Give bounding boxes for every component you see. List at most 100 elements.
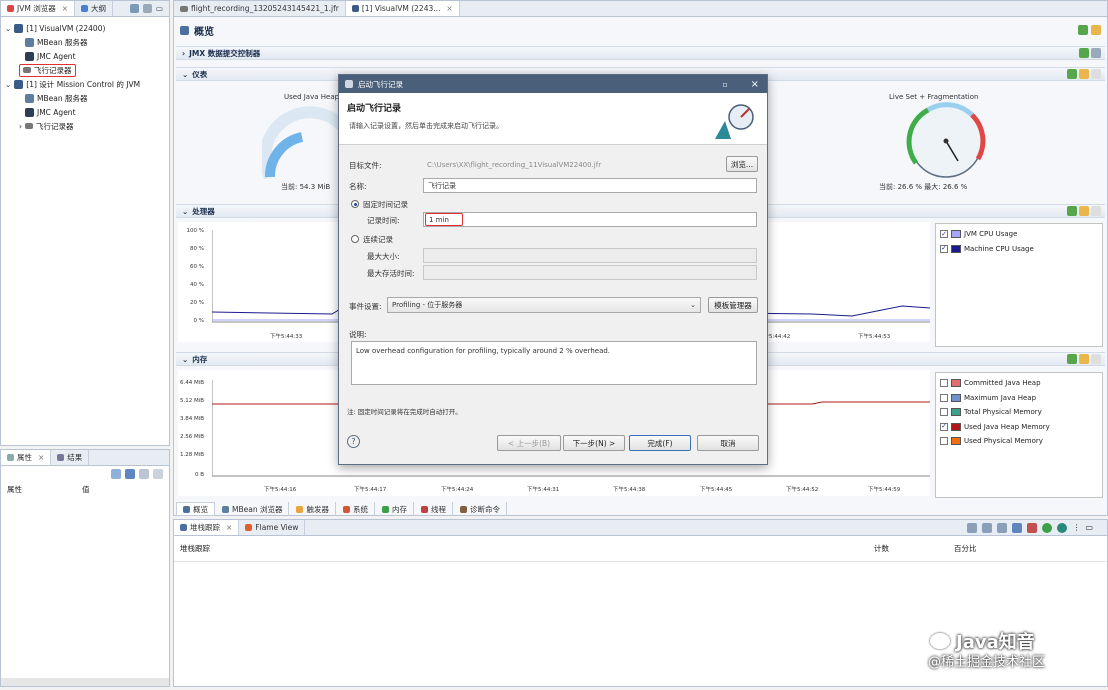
legend-checkbox[interactable]: ✓ bbox=[940, 422, 948, 431]
console-tab-mbean[interactable]: MBean 浏览器 bbox=[216, 502, 290, 516]
configure-icon[interactable] bbox=[1079, 206, 1089, 216]
pin-icon[interactable] bbox=[111, 469, 121, 479]
tree-item-jmc-agent-2[interactable]: JMC Agent bbox=[5, 105, 165, 119]
back-button[interactable]: < 上一步(B) bbox=[497, 435, 561, 451]
expand-icon[interactable]: › bbox=[19, 122, 22, 131]
configure-icon[interactable] bbox=[1079, 69, 1089, 79]
continuous-radio[interactable] bbox=[351, 235, 359, 243]
collapse-icon[interactable]: ⌄ bbox=[182, 70, 188, 79]
legend-item-committed-heap[interactable]: Committed Java Heap bbox=[940, 376, 1098, 391]
view-toolbar: ▭ bbox=[124, 1, 169, 16]
close-icon[interactable]: × bbox=[38, 453, 44, 462]
legend-checkbox[interactable]: ✓ bbox=[940, 244, 948, 253]
tab-results[interactable]: 结果 bbox=[51, 450, 90, 465]
legend-checkbox[interactable] bbox=[940, 408, 948, 417]
add-icon[interactable] bbox=[1067, 69, 1077, 79]
refresh-icon[interactable] bbox=[1091, 48, 1101, 58]
legend-checkbox[interactable] bbox=[940, 437, 948, 446]
collapse-icon[interactable]: ⌄ bbox=[5, 24, 11, 33]
add-icon[interactable] bbox=[1078, 25, 1088, 35]
threads-icon bbox=[420, 505, 428, 513]
console-tab-diagnostic[interactable]: 诊断命令 bbox=[454, 502, 507, 516]
console-tab-overview[interactable]: 概览 bbox=[176, 502, 215, 516]
legend-item-used-physical[interactable]: Used Physical Memory bbox=[940, 434, 1098, 449]
tree-item-mbean-server[interactable]: MBean 服务器 bbox=[5, 35, 165, 49]
recording-name-input[interactable]: 飞行记录 bbox=[423, 178, 757, 193]
collapse-icon[interactable]: ⌄ bbox=[182, 207, 188, 216]
tab-flame-view[interactable]: Flame View bbox=[239, 520, 306, 535]
gauge-title-liveset: Live Set + Fragmentation bbox=[889, 93, 979, 101]
legend-item-machine-cpu[interactable]: ✓ Machine CPU Usage bbox=[940, 242, 1098, 257]
legend-item-max-heap[interactable]: Maximum Java Heap bbox=[940, 391, 1098, 406]
cancel-button[interactable]: 取消 bbox=[697, 435, 759, 451]
description-textarea[interactable]: Low overhead configuration for profiling… bbox=[351, 341, 757, 385]
max-age-input[interactable] bbox=[423, 265, 757, 280]
categories-icon[interactable] bbox=[125, 469, 135, 479]
event-settings-select[interactable]: Profiling - 位于服务器 ⌄ bbox=[387, 297, 701, 313]
expand-icon[interactable]: › bbox=[182, 49, 185, 58]
legend-item-total-physical[interactable]: Total Physical Memory bbox=[940, 405, 1098, 420]
console-tab-system[interactable]: 系统 bbox=[337, 502, 375, 516]
maximize-icon[interactable]: ▫ bbox=[713, 80, 738, 89]
max-size-input[interactable] bbox=[423, 248, 757, 263]
new-connection-icon[interactable] bbox=[129, 4, 139, 13]
tab-visualvm-console[interactable]: [1] VisualVM (2243... × bbox=[345, 1, 460, 16]
remove-icon[interactable] bbox=[1091, 69, 1101, 79]
legend-item-jvm-cpu[interactable]: ✓ JVM CPU Usage bbox=[940, 227, 1098, 242]
filter-icon[interactable] bbox=[139, 469, 149, 479]
close-icon[interactable]: × bbox=[743, 79, 767, 90]
tree-item-flight-recorder[interactable]: 飞行记录器 bbox=[5, 63, 165, 77]
minimize-icon[interactable]: ▭ bbox=[156, 4, 163, 13]
layers-icon[interactable] bbox=[1042, 522, 1053, 533]
tree-item-mbean-server-2[interactable]: MBean 服务器 bbox=[5, 91, 165, 105]
legend-checkbox[interactable] bbox=[940, 379, 948, 388]
tree-item-flight-recorder-2[interactable]: › 飞行记录器 bbox=[5, 119, 165, 133]
remove-icon[interactable] bbox=[1091, 354, 1101, 364]
tab-jvm-browser[interactable]: JVM 浏览器 × bbox=[1, 1, 75, 16]
tab-outline[interactable]: 大纲 bbox=[75, 1, 113, 16]
layers-icon[interactable] bbox=[1057, 522, 1068, 533]
color-icon[interactable] bbox=[1027, 522, 1038, 533]
help-icon[interactable]: ? bbox=[347, 435, 360, 448]
tree-item-jmc-agent[interactable]: JMC Agent bbox=[5, 49, 165, 63]
dropdown-icon[interactable] bbox=[1091, 25, 1101, 35]
collapse-icon[interactable]: ⌄ bbox=[182, 355, 188, 364]
legend-checkbox[interactable]: ✓ bbox=[940, 230, 948, 239]
tab-stack-trace[interactable]: 堆栈跟踪 × bbox=[174, 520, 240, 535]
console-tab-threads[interactable]: 线程 bbox=[415, 502, 453, 516]
add-icon[interactable] bbox=[1067, 354, 1077, 364]
menu-icon[interactable]: ⋮ bbox=[1072, 523, 1080, 532]
duration-input[interactable]: 1 min bbox=[423, 212, 757, 227]
filter-icon[interactable] bbox=[142, 4, 152, 13]
next-button[interactable]: 下一步(N) > bbox=[563, 435, 625, 451]
expand-all-icon[interactable] bbox=[982, 522, 993, 533]
group-icon[interactable] bbox=[997, 522, 1008, 533]
close-icon[interactable]: × bbox=[226, 523, 232, 532]
tree-view-icon[interactable] bbox=[1012, 522, 1023, 533]
section-mbean[interactable]: › JMX 数据提交控制器 bbox=[176, 46, 1105, 60]
add-icon[interactable] bbox=[1079, 48, 1089, 58]
close-icon[interactable]: × bbox=[446, 4, 452, 13]
tab-properties[interactable]: 属性 × bbox=[1, 450, 52, 465]
template-manager-button[interactable]: 模板管理器 bbox=[708, 297, 758, 313]
collapse-icon[interactable]: ⌄ bbox=[5, 80, 11, 89]
console-tab-triggers[interactable]: 触发器 bbox=[290, 502, 336, 516]
fixed-time-radio[interactable] bbox=[351, 200, 359, 208]
tree-item-visualvm[interactable]: ⌄ [1] VisualVM (22400) bbox=[5, 21, 165, 35]
horizontal-scrollbar[interactable] bbox=[1, 678, 169, 686]
minimize-icon[interactable]: ▭ bbox=[1085, 523, 1093, 532]
close-icon[interactable]: × bbox=[62, 4, 68, 13]
legend-checkbox[interactable] bbox=[940, 393, 948, 402]
advanced-icon[interactable] bbox=[153, 469, 163, 479]
collapse-all-icon[interactable] bbox=[967, 522, 978, 533]
browse-button[interactable]: 浏览... bbox=[726, 156, 758, 172]
tab-flight-recording-file[interactable]: flight_recording_13205243145421_1.jfr bbox=[174, 1, 346, 16]
add-icon[interactable] bbox=[1067, 206, 1077, 216]
console-tab-memory[interactable]: 内存 bbox=[376, 502, 414, 516]
target-file-field: C:\Users\XX\flight_recording_11VisualVM2… bbox=[427, 160, 602, 169]
tree-item-jmc-jvm[interactable]: ⌄ [1] 设计 Mission Control 的 JVM bbox=[5, 77, 165, 91]
legend-item-used-heap[interactable]: ✓ Used Java Heap Memory bbox=[940, 420, 1098, 435]
remove-icon[interactable] bbox=[1091, 206, 1101, 216]
configure-icon[interactable] bbox=[1079, 354, 1089, 364]
finish-button[interactable]: 完成(F) bbox=[629, 435, 691, 451]
